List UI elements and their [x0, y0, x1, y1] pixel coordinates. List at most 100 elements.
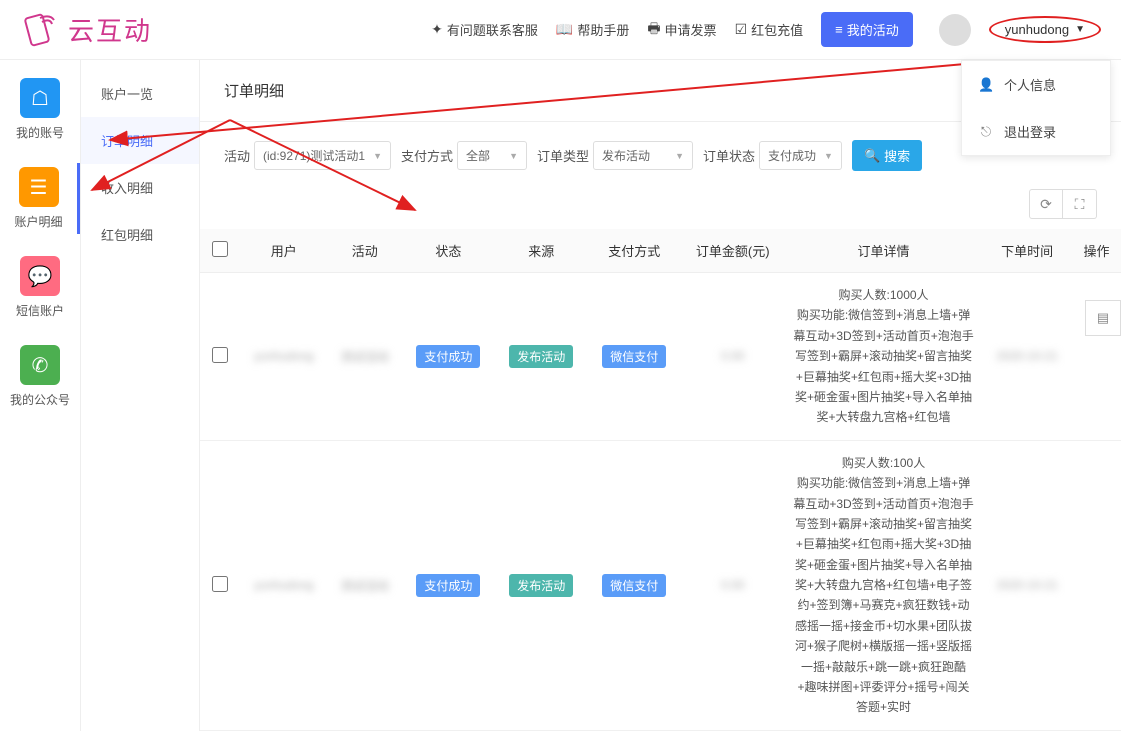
sidebar-sub: 账户一览 订单明细 收入明细 红包明细 [80, 60, 200, 731]
logo-text: 云互动 [68, 11, 152, 48]
header-status: 状态 [402, 229, 495, 273]
source-badge: 发布活动 [509, 574, 573, 597]
recharge-link[interactable]: ☑ 红包充值 [735, 20, 804, 39]
help-label: 帮助手册 [577, 20, 629, 39]
my-activities-button[interactable]: ≡ 我的活动 [821, 12, 913, 47]
sub-order-detail[interactable]: 订单明细 [81, 117, 199, 164]
activity-filter-label: 活动 [224, 146, 250, 165]
sub-redpacket-detail[interactable]: 红包明细 [81, 211, 199, 258]
user-dropdown-menu: 👤 个人信息 ⎋ 退出登录 [961, 60, 1111, 156]
detail-cell: 购买人数:100人购买功能:微信签到+消息上墙+弹幕互动+3D签到+活动首页+泡… [785, 440, 982, 730]
row-checkbox[interactable] [212, 576, 228, 592]
header-pay-method: 支付方式 [588, 229, 681, 273]
user-dropdown[interactable]: yunhudong ▼ [989, 16, 1101, 43]
caret-icon: ▼ [824, 151, 833, 161]
username-label: yunhudong [1005, 22, 1069, 37]
action-cell [1072, 440, 1121, 730]
order-status-select[interactable]: 支付成功 ▼ [759, 141, 842, 170]
pay-method-badge: 微信支付 [602, 345, 666, 368]
table-header-row: 用户 活动 状态 来源 支付方式 订单金额(元) 订单详情 下单时间 操作 [200, 229, 1121, 273]
header-activity: 活动 [328, 229, 402, 273]
list-icon: ≡ [835, 22, 843, 37]
sidebar-sms[interactable]: 💬 短信账户 [0, 252, 80, 323]
header-checkbox [200, 229, 240, 273]
fullscreen-icon: ⛶ [1075, 196, 1085, 213]
search-icon: 🔍 [864, 148, 880, 164]
select-all-checkbox[interactable] [212, 241, 228, 257]
user-cell: yunhudong [254, 578, 313, 592]
order-type-select[interactable]: 发布活动 ▼ [593, 141, 693, 170]
header: 云互动 ✦ 有问题联系客服 📖 帮助手册 🖶 申请发票 ☑ 红包充值 ≡ 我的活… [0, 0, 1121, 60]
header-detail: 订单详情 [785, 229, 982, 273]
contact-link[interactable]: ✦ 有问题联系客服 [431, 20, 538, 39]
pay-method-value: 全部 [466, 147, 490, 164]
side-widget-button[interactable]: ▤ [1085, 300, 1121, 336]
detail-cell: 购买人数:1000人购买功能:微信签到+消息上墙+弹幕互动+3D签到+活动首页+… [785, 273, 982, 441]
activity-value: (id:9271)测试活动1 [263, 147, 365, 164]
pay-method-select[interactable]: 全部 ▼ [457, 141, 527, 170]
logo[interactable]: 云互动 [20, 10, 152, 50]
order-table: 用户 活动 状态 来源 支付方式 订单金额(元) 订单详情 下单时间 操作 yu… [200, 229, 1121, 731]
caret-icon: ▼ [373, 151, 382, 161]
refresh-button[interactable]: ⟳ [1029, 189, 1063, 219]
avatar[interactable] [939, 14, 971, 46]
sidebar-wechat[interactable]: ✆ 我的公众号 [0, 341, 80, 412]
sub-overview[interactable]: 账户一览 [81, 70, 199, 117]
time-cell: 2020-10-21 [996, 349, 1057, 363]
header-nav: ✦ 有问题联系客服 📖 帮助手册 🖶 申请发票 ☑ 红包充值 ≡ 我的活动 yu… [431, 12, 1101, 47]
order-status-label: 订单状态 [703, 146, 755, 165]
refresh-icon: ⟳ [1040, 196, 1052, 213]
logo-icon [20, 10, 60, 50]
order-type-label: 订单类型 [537, 146, 589, 165]
help-link[interactable]: 📖 帮助手册 [556, 20, 629, 39]
status-badge: 支付成功 [416, 574, 480, 597]
search-button[interactable]: 🔍 搜索 [852, 140, 922, 171]
fullscreen-button[interactable]: ⛶ [1063, 189, 1097, 219]
header-user: 用户 [240, 229, 328, 273]
content: 订单明细 活动 (id:9271)测试活动1 ▼ 支付方式 全部 ▼ 订单类型 [200, 60, 1121, 731]
user-cell: yunhudong [254, 349, 313, 363]
profile-menu-item[interactable]: 👤 个人信息 [962, 61, 1110, 108]
account-icon: ☖ [20, 78, 60, 118]
print-icon: 🖶 [647, 18, 660, 42]
filter-activity: 活动 (id:9271)测试活动1 ▼ [224, 141, 391, 170]
search-label: 搜索 [884, 146, 910, 165]
logout-label: 退出登录 [1004, 122, 1056, 141]
main: ☖ 我的账号 ☰ 账户明细 💬 短信账户 ✆ 我的公众号 账户一览 订单明细 收… [0, 60, 1121, 731]
my-activities-label: 我的活动 [847, 20, 899, 39]
sub-income-detail[interactable]: 收入明细 [81, 164, 199, 211]
sidebar-my-account[interactable]: ☖ 我的账号 [0, 74, 80, 145]
check-icon: ☑ [735, 21, 748, 38]
action-cell [1072, 273, 1121, 441]
caret-icon: ▼ [509, 151, 518, 161]
pay-method-label: 支付方式 [401, 146, 453, 165]
list-detail-icon: ☰ [19, 167, 59, 207]
grid-icon: ▤ [1097, 310, 1109, 326]
help-icon: 📖 [556, 21, 573, 38]
account-label: 我的账号 [16, 124, 64, 141]
row-checkbox[interactable] [212, 347, 228, 363]
caret-icon: ▼ [675, 151, 684, 161]
activity-cell: 测试活动 [341, 350, 389, 364]
invoice-link[interactable]: 🖶 申请发票 [647, 18, 716, 42]
activity-cell: 测试活动 [341, 579, 389, 593]
order-type-value: 发布活动 [602, 147, 650, 164]
contact-icon: ✦ [431, 21, 443, 38]
filter-pay-method: 支付方式 全部 ▼ [401, 141, 527, 170]
logout-menu-item[interactable]: ⎋ 退出登录 [962, 108, 1110, 155]
header-time: 下单时间 [982, 229, 1072, 273]
amount-cell: 0.00 [721, 349, 744, 363]
source-badge: 发布活动 [509, 345, 573, 368]
recharge-label: 红包充值 [751, 20, 803, 39]
order-status-value: 支付成功 [768, 147, 816, 164]
header-action: 操作 [1072, 229, 1121, 273]
sidebar-account-detail[interactable]: ☰ 账户明细 [0, 163, 80, 234]
sms-icon: 💬 [20, 256, 60, 296]
filter-order-type: 订单类型 发布活动 ▼ [537, 141, 693, 170]
invoice-label: 申请发票 [665, 20, 717, 39]
wechat-label: 我的公众号 [10, 391, 70, 408]
profile-label: 个人信息 [1004, 75, 1056, 94]
amount-cell: 0.00 [721, 578, 744, 592]
activity-select[interactable]: (id:9271)测试活动1 ▼ [254, 141, 391, 170]
user-icon: 👤 [978, 77, 994, 93]
